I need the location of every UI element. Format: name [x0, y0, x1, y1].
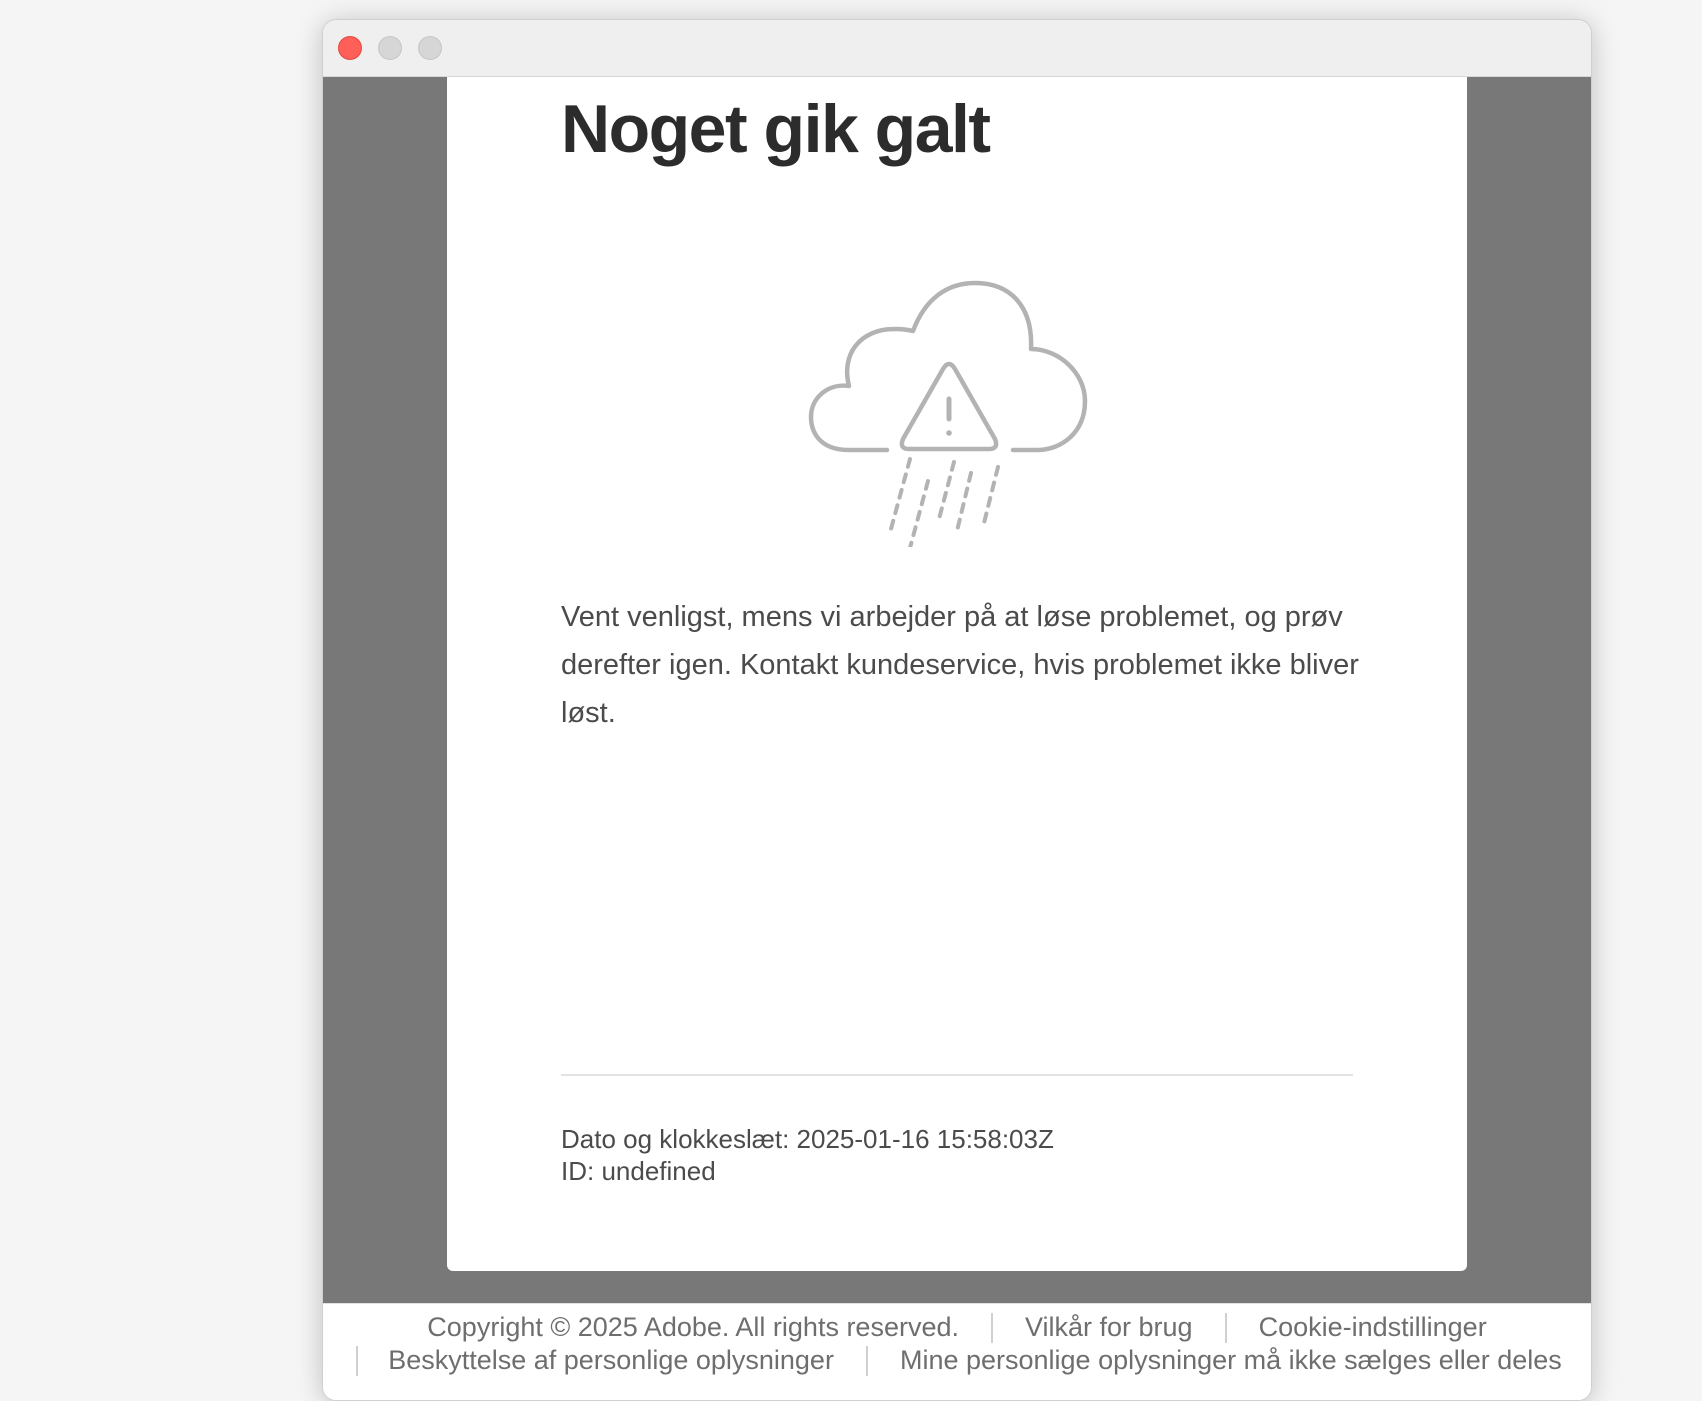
footer-separator	[865, 1345, 868, 1376]
footer-row-2: Beskyttelse af personlige oplysninger Mi…	[323, 1345, 1591, 1376]
timestamp-text: Dato og klokkeslæt: 2025-01-16 15:58:03Z	[561, 1124, 1054, 1154]
page-footer: Copyright © 2025 Adobe. All rights reser…	[323, 1303, 1591, 1400]
minimize-window-button[interactable]	[378, 36, 402, 60]
footer-separator	[1224, 1312, 1227, 1343]
maximize-window-button[interactable]	[418, 36, 442, 60]
warning-dot	[946, 430, 952, 436]
cookie-settings-link[interactable]: Cookie-indstillinger	[1259, 1312, 1487, 1343]
privacy-link[interactable]: Beskyttelse af personlige oplysninger	[388, 1345, 834, 1376]
close-window-button[interactable]	[338, 36, 362, 60]
error-card: Noget gik galt Vent venligst, mens vi ar…	[447, 77, 1467, 1271]
error-message: Vent venligst, mens vi arbejder på at lø…	[561, 601, 1359, 729]
error-details: Dato og klokkeslæt: 2025-01-16 15:58:03Z…	[561, 1123, 1054, 1187]
page-title: Noget gik galt	[561, 91, 991, 167]
rain-drops	[889, 457, 1000, 547]
terms-of-use-link[interactable]: Vilkår for brug	[1025, 1312, 1193, 1343]
footer-separator	[991, 1312, 993, 1343]
cloud-rain-warning-icon	[808, 280, 1088, 547]
error-id-text: ID: undefined	[561, 1156, 716, 1186]
window-titlebar	[323, 20, 1591, 77]
do-not-sell-link[interactable]: Mine personlige oplysninger må ikke sælg…	[900, 1345, 1562, 1376]
footer-separator	[356, 1345, 359, 1376]
footer-row-1: Copyright © 2025 Adobe. All rights reser…	[323, 1312, 1591, 1343]
copyright-text: Copyright © 2025 Adobe. All rights reser…	[427, 1312, 959, 1342]
section-divider	[561, 1074, 1353, 1076]
browser-window: Noget gik galt Vent venligst, mens vi ar…	[322, 19, 1592, 1401]
